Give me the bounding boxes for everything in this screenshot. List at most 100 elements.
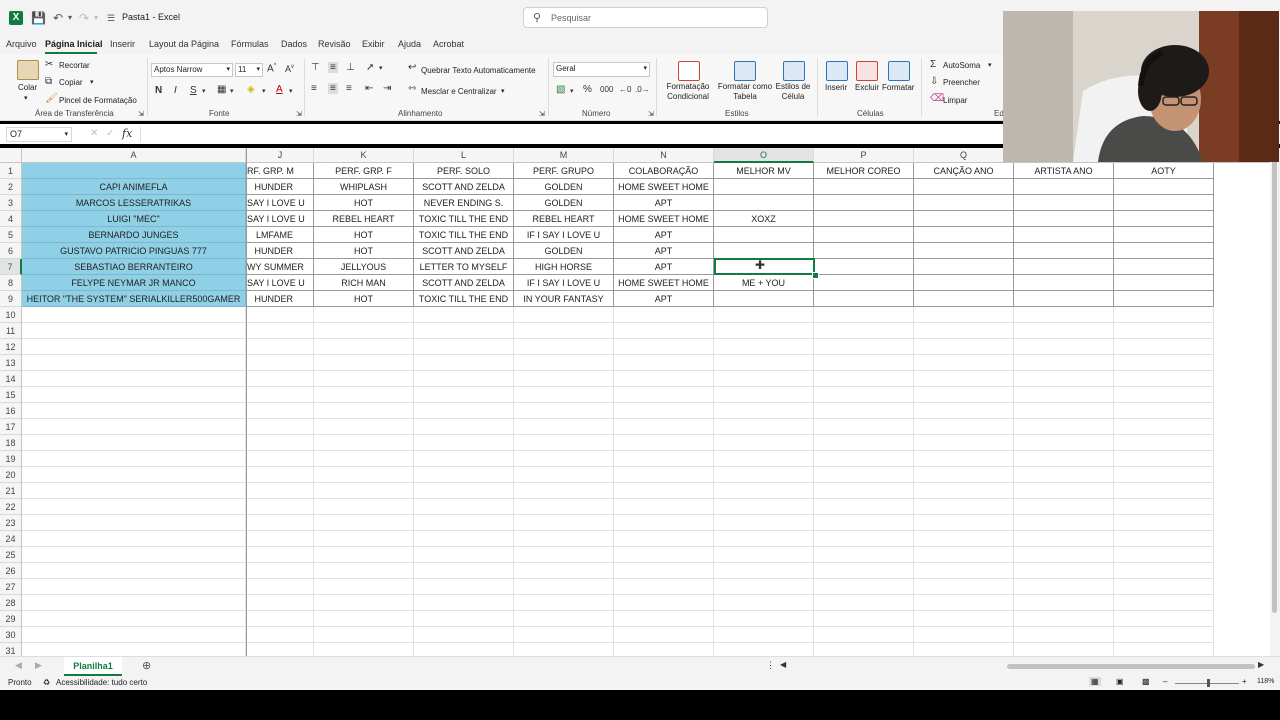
table-cell[interactable]: HEITOR "THE SYSTEM" SERIALKILLER500GAMER <box>22 291 246 307</box>
column-header-l[interactable]: L <box>414 148 514 163</box>
empty-cell[interactable] <box>614 627 714 643</box>
insert-cells-icon[interactable] <box>826 61 848 81</box>
row-header-7[interactable]: 7 <box>0 259 22 275</box>
row-header-12[interactable]: 12 <box>0 339 22 355</box>
empty-cell[interactable] <box>514 387 614 403</box>
table-cell[interactable]: HOME SWEET HOME <box>614 275 714 291</box>
empty-cell[interactable] <box>714 483 814 499</box>
table-cell[interactable] <box>714 227 814 243</box>
empty-cell[interactable] <box>814 371 914 387</box>
table-cell[interactable] <box>1114 243 1214 259</box>
empty-cell[interactable] <box>314 371 414 387</box>
empty-cell[interactable] <box>1014 499 1114 515</box>
alignment-launcher-icon[interactable]: ⇲ <box>539 110 545 118</box>
table-cell[interactable] <box>1014 291 1114 307</box>
empty-cell[interactable] <box>814 515 914 531</box>
empty-cell[interactable] <box>247 339 314 355</box>
table-cell[interactable]: JELLYOUS <box>314 259 414 275</box>
row-header-4[interactable]: 4 <box>0 211 22 227</box>
empty-cell[interactable] <box>1014 355 1114 371</box>
table-cell[interactable]: APT <box>614 195 714 211</box>
font-name-select[interactable]: Aptos Narrow ▾ <box>151 63 233 77</box>
empty-cell[interactable] <box>22 499 246 515</box>
empty-cell[interactable] <box>1114 355 1214 371</box>
empty-cell[interactable] <box>514 371 614 387</box>
row-header-3[interactable]: 3 <box>0 195 22 211</box>
empty-cell[interactable] <box>414 499 514 515</box>
format-cells-button[interactable]: Formatar <box>882 83 914 92</box>
empty-cell[interactable] <box>22 435 246 451</box>
empty-cell[interactable] <box>714 643 814 656</box>
empty-cell[interactable] <box>614 387 714 403</box>
row-header-25[interactable]: 25 <box>0 547 22 563</box>
empty-cell[interactable] <box>314 339 414 355</box>
merge-center-button[interactable]: Mesclar e Centralizar <box>421 87 497 96</box>
row-header-8[interactable]: 8 <box>0 275 22 291</box>
empty-cell[interactable] <box>714 467 814 483</box>
empty-cell[interactable] <box>414 515 514 531</box>
empty-cell[interactable] <box>514 307 614 323</box>
tab-formulas[interactable]: Fórmulas <box>231 39 269 49</box>
empty-cell[interactable] <box>247 643 314 656</box>
empty-cell[interactable] <box>314 451 414 467</box>
empty-cell[interactable] <box>1014 595 1114 611</box>
empty-cell[interactable] <box>414 371 514 387</box>
table-cell[interactable]: HOME SWEET HOME <box>614 179 714 195</box>
empty-cell[interactable] <box>1114 499 1214 515</box>
empty-cell[interactable] <box>1114 451 1214 467</box>
empty-cell[interactable] <box>247 515 314 531</box>
empty-cell[interactable] <box>247 435 314 451</box>
empty-cell[interactable] <box>1014 531 1114 547</box>
empty-cell[interactable] <box>247 467 314 483</box>
empty-cell[interactable] <box>714 579 814 595</box>
empty-cell[interactable] <box>914 307 1014 323</box>
empty-cell[interactable] <box>814 307 914 323</box>
empty-cell[interactable] <box>614 339 714 355</box>
cell-styles-button[interactable]: Estilos de Célula <box>775 82 811 102</box>
empty-cell[interactable] <box>414 611 514 627</box>
empty-cell[interactable] <box>414 467 514 483</box>
empty-cell[interactable] <box>247 595 314 611</box>
empty-cell[interactable] <box>314 387 414 403</box>
empty-cell[interactable] <box>814 579 914 595</box>
table-cell[interactable]: HOT <box>314 243 414 259</box>
empty-cell[interactable] <box>1014 435 1114 451</box>
empty-cell[interactable] <box>714 627 814 643</box>
fill-button[interactable]: Preencher <box>943 78 980 87</box>
table-cell[interactable]: GOLDEN <box>514 195 614 211</box>
merge-center-icon[interactable]: ⇿ <box>408 83 416 94</box>
table-cell[interactable]: LUIGI "MEC" <box>22 211 246 227</box>
empty-cell[interactable] <box>414 579 514 595</box>
format-painter-button[interactable]: Pincel de Formatação <box>59 96 137 105</box>
spreadsheet-grid[interactable]: AJKLMNOPQRS 1234567891011121314151617181… <box>0 148 1270 656</box>
column-header-o[interactable]: O <box>714 148 814 163</box>
empty-cell[interactable] <box>814 563 914 579</box>
table-cell[interactable]: GUSTAVO PATRICIO PINGUAS 777 <box>22 243 246 259</box>
empty-cell[interactable] <box>414 419 514 435</box>
empty-cell[interactable] <box>914 563 1014 579</box>
orientation-icon[interactable]: ➚ <box>366 62 374 73</box>
empty-cell[interactable] <box>247 451 314 467</box>
empty-cell[interactable] <box>714 547 814 563</box>
header-cell[interactable]: PERF. GRP. F <box>314 163 414 179</box>
cut-icon[interactable]: ✂ <box>45 59 53 70</box>
select-all-corner[interactable] <box>0 148 22 163</box>
row-header-19[interactable]: 19 <box>0 451 22 467</box>
number-format-select[interactable]: Geral ▾ <box>553 62 650 77</box>
empty-cell[interactable] <box>814 595 914 611</box>
table-cell[interactable]: HOT <box>314 227 414 243</box>
empty-cell[interactable] <box>314 579 414 595</box>
empty-cell[interactable] <box>714 611 814 627</box>
empty-cell[interactable] <box>614 355 714 371</box>
empty-cell[interactable] <box>614 611 714 627</box>
empty-cell[interactable] <box>914 531 1014 547</box>
paste-icon[interactable] <box>17 60 39 80</box>
empty-cell[interactable] <box>314 563 414 579</box>
row-header-24[interactable]: 24 <box>0 531 22 547</box>
empty-cell[interactable] <box>414 483 514 499</box>
sheet-tab-planilha1[interactable]: Planilha1 <box>64 657 122 676</box>
align-bottom-icon[interactable]: ⊥ <box>346 62 355 73</box>
page-break-view-icon[interactable]: ▩ <box>1142 677 1150 686</box>
table-cell[interactable]: IF I SAY I LOVE U <box>514 227 614 243</box>
table-cell[interactable] <box>814 227 914 243</box>
